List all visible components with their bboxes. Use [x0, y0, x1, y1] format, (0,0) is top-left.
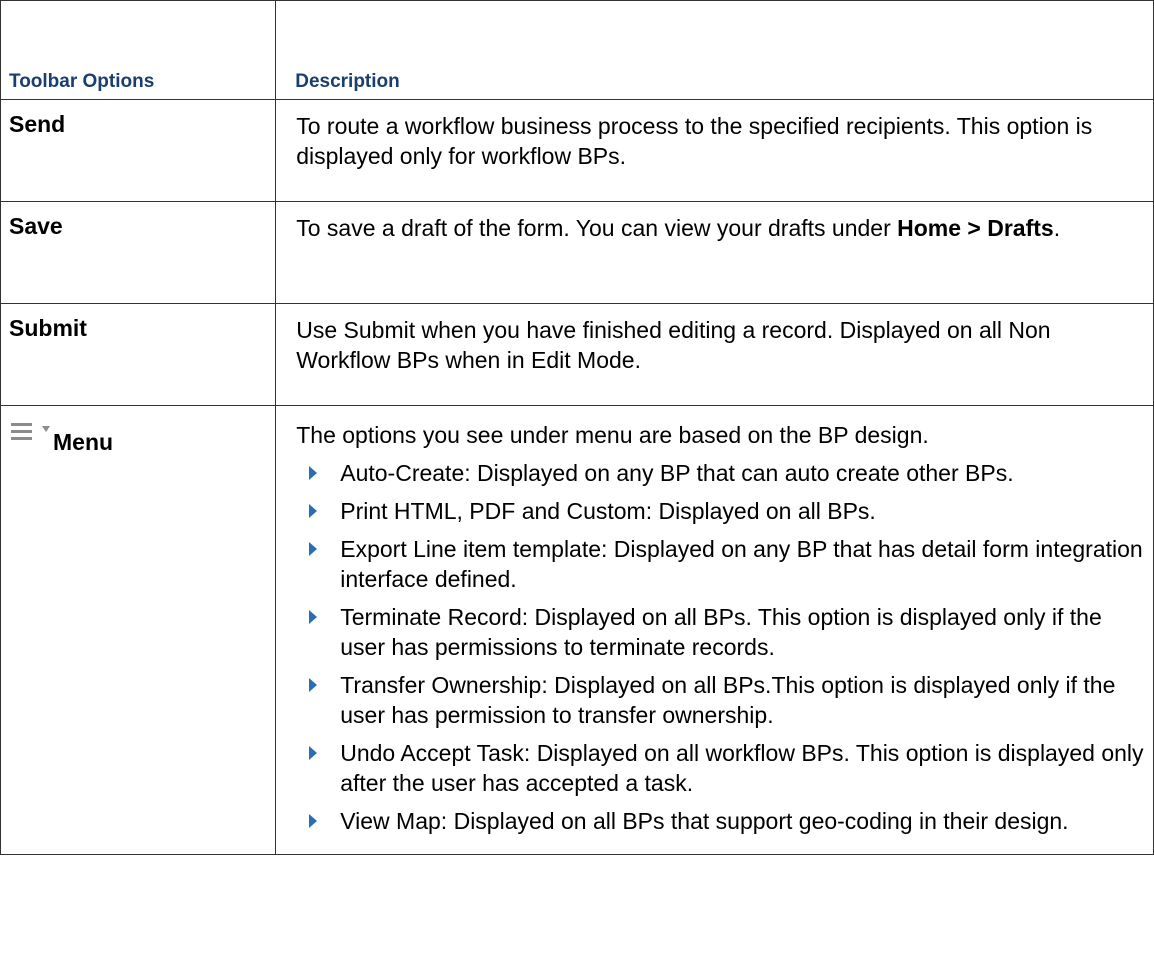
header-toolbar-options: Toolbar Options: [0, 0, 277, 100]
bullet-triangle-icon: [309, 746, 318, 760]
description-save-text: To save a draft of the form. You can vie…: [296, 215, 898, 241]
list-item: Transfer Ownership: Displayed on all BPs…: [296, 670, 1145, 730]
bullet-triangle-icon: [309, 466, 318, 480]
table-row-send: Send To route a workflow business proces…: [0, 99, 1154, 202]
table-row-save: Save To save a draft of the form. You ca…: [0, 201, 1154, 304]
option-menu-label: Menu: [53, 429, 114, 455]
list-item-text: Print HTML, PDF and Custom: Displayed on…: [340, 498, 876, 524]
list-item-text: Transfer Ownership: Displayed on all BPs…: [340, 672, 1116, 728]
list-item-text: Auto-Create: Displayed on any BP that ca…: [340, 460, 1014, 486]
list-item: Terminate Record: Displayed on all BPs. …: [296, 602, 1145, 662]
bullet-triangle-icon: [309, 814, 318, 828]
menu-options-list: Auto-Create: Displayed on any BP that ca…: [296, 458, 1145, 836]
description-menu: The options you see under menu are based…: [275, 405, 1154, 855]
option-send: Send: [0, 99, 277, 202]
bullet-triangle-icon: [309, 504, 318, 518]
list-item-text: View Map: Displayed on all BPs that supp…: [340, 808, 1069, 834]
bullet-triangle-icon: [309, 610, 318, 624]
table-row-menu: Menu The options you see under menu are …: [0, 405, 1154, 855]
bullet-triangle-icon: [309, 542, 318, 556]
header-description: Description: [275, 0, 1154, 100]
description-save-end: .: [1053, 215, 1061, 241]
list-item: Export Line item template: Displayed on …: [296, 534, 1145, 594]
option-save: Save: [0, 201, 277, 304]
drafts-path: Home > Drafts: [897, 215, 1054, 241]
menu-intro: The options you see under menu are based…: [296, 422, 929, 448]
list-item: Undo Accept Task: Displayed on all workf…: [296, 738, 1145, 798]
list-item-text: Export Line item template: Displayed on …: [340, 536, 1143, 592]
option-menu: Menu: [9, 406, 267, 456]
description-send: To route a workflow business process to …: [275, 99, 1154, 202]
description-save: To save a draft of the form. You can vie…: [275, 201, 1154, 304]
caret-down-icon: [42, 426, 50, 432]
option-submit: Submit: [0, 303, 277, 406]
table-row-submit: Submit Use Submit when you have finished…: [0, 303, 1154, 406]
description-submit: Use Submit when you have finished editin…: [275, 303, 1154, 406]
list-item: Print HTML, PDF and Custom: Displayed on…: [296, 496, 1145, 526]
list-item-text: Undo Accept Task: Displayed on all workf…: [340, 740, 1144, 796]
toolbar-options-table: Toolbar Options Description Send To rout…: [0, 0, 1154, 855]
list-item: View Map: Displayed on all BPs that supp…: [296, 806, 1145, 836]
list-item: Auto-Create: Displayed on any BP that ca…: [296, 458, 1145, 488]
bullet-triangle-icon: [309, 678, 318, 692]
hamburger-icon: [11, 423, 32, 444]
option-menu-cell: Menu: [0, 405, 277, 855]
table-header-row: Toolbar Options Description: [0, 0, 1154, 100]
list-item-text: Terminate Record: Displayed on all BPs. …: [340, 604, 1102, 660]
